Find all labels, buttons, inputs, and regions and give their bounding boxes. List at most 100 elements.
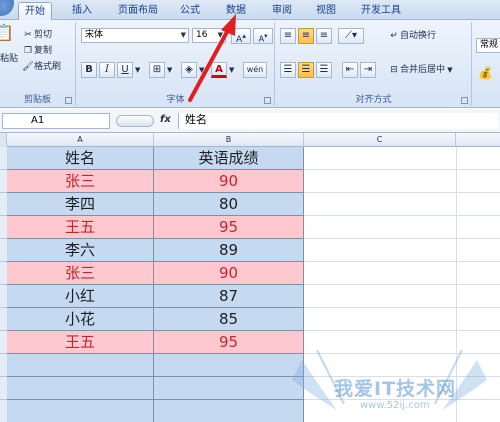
tab-formulas[interactable]: 公式	[172, 2, 208, 20]
cell-name[interactable]: 李六	[7, 239, 154, 262]
cell-score[interactable]: 90	[154, 262, 304, 285]
phonetic-guide-button[interactable]: wén	[243, 62, 267, 78]
chevron-down-icon[interactable]: ▼	[135, 63, 140, 77]
borders-button[interactable]: ⊞	[149, 62, 165, 78]
row-header[interactable]	[0, 147, 7, 170]
fill-color-button[interactable]: ◈	[181, 62, 197, 78]
wrap-text-icon: ↵	[390, 31, 398, 41]
tab-data[interactable]: 数据	[218, 2, 254, 20]
wrap-text-button[interactable]: ↵ 自动换行	[388, 29, 436, 43]
chevron-down-icon[interactable]: ▼	[167, 63, 172, 77]
cell-score[interactable]: 英语成绩	[154, 147, 304, 170]
cell-score[interactable]: 87	[154, 285, 304, 308]
chevron-down-icon[interactable]: ▼	[229, 63, 234, 77]
cell-name[interactable]: 小花	[7, 308, 154, 331]
copy-button[interactable]: ❐ 复制	[22, 44, 52, 58]
tab-insert[interactable]: 插入	[64, 2, 100, 20]
column-header-d[interactable]	[456, 133, 500, 147]
bold-button[interactable]: B	[81, 62, 97, 78]
alignment-dialog-launcher[interactable]	[461, 97, 468, 104]
cell-empty[interactable]	[304, 193, 500, 216]
name-box[interactable]: A1	[2, 113, 110, 129]
formula-bar-splitter[interactable]	[116, 115, 154, 127]
row-header[interactable]	[0, 216, 7, 239]
cell-empty[interactable]	[304, 308, 500, 331]
align-right-button[interactable]: ☰	[316, 62, 332, 78]
align-bottom-button[interactable]: ≡	[316, 28, 332, 44]
cell-empty[interactable]	[304, 239, 500, 262]
currency-format-icon[interactable]: 💰	[478, 66, 493, 80]
cell-name[interactable]: 小红	[7, 285, 154, 308]
align-middle-button[interactable]: ≡	[298, 28, 314, 44]
cell-name[interactable]	[7, 400, 154, 422]
align-top-button[interactable]: ≡	[280, 28, 296, 44]
paste-button[interactable]: 粘贴	[0, 52, 18, 66]
underline-button[interactable]: U	[117, 62, 133, 78]
office-button[interactable]	[0, 0, 14, 16]
paste-icon[interactable]: 📋	[0, 25, 14, 41]
shrink-font-button[interactable]: A▾	[253, 28, 273, 44]
cell-name[interactable]: 李四	[7, 193, 154, 216]
cell-empty[interactable]	[304, 170, 500, 193]
cell-score[interactable]: 90	[154, 170, 304, 193]
merge-center-button[interactable]: ⊟ 合并后居中 ▼	[388, 63, 452, 77]
cell-name[interactable]	[7, 377, 154, 400]
row-header[interactable]	[0, 331, 7, 354]
number-format-combo[interactable]: 常规	[476, 38, 500, 53]
column-header-c[interactable]: C	[304, 133, 456, 147]
cell-name[interactable]: 王五	[7, 331, 154, 354]
tab-page-layout[interactable]: 页面布局	[110, 2, 166, 20]
cell-name[interactable]	[7, 354, 154, 377]
row-header[interactable]	[0, 239, 7, 262]
tab-developer[interactable]: 开发工具	[354, 2, 408, 20]
row-header[interactable]	[0, 285, 7, 308]
font-color-button[interactable]: A	[211, 62, 227, 78]
cell-score[interactable]: 89	[154, 239, 304, 262]
format-painter-button[interactable]: 🖌格式刷	[22, 60, 61, 74]
cell-score[interactable]: 85	[154, 308, 304, 331]
column-header-b[interactable]: B	[154, 133, 304, 147]
cell-name[interactable]: 姓名	[7, 147, 154, 170]
column-header-a[interactable]: A	[7, 133, 154, 147]
tab-view[interactable]: 视图	[308, 2, 344, 20]
clipboard-group-label: 剪贴板	[23, 95, 51, 105]
decrease-indent-button[interactable]: ⇤	[342, 62, 358, 78]
formula-input[interactable]: 姓名	[178, 113, 498, 129]
cell-score[interactable]: 95	[154, 216, 304, 239]
cell-name[interactable]: 张三	[7, 262, 154, 285]
tab-home[interactable]: 开始	[18, 2, 52, 20]
row-header[interactable]	[0, 354, 7, 377]
row-header[interactable]	[0, 400, 7, 422]
align-bottom-icon: ≡	[319, 30, 329, 41]
cell-empty[interactable]	[304, 147, 500, 170]
italic-button[interactable]: I	[99, 62, 115, 78]
clipboard-dialog-launcher[interactable]	[65, 97, 72, 104]
increase-indent-button[interactable]: ⇥	[360, 62, 376, 78]
align-left-icon: ☰	[283, 64, 293, 75]
cell-empty[interactable]	[304, 285, 500, 308]
row-header[interactable]	[0, 377, 7, 400]
chevron-down-icon[interactable]: ▼	[199, 63, 204, 77]
cut-button[interactable]: ✂ 剪切	[22, 28, 52, 42]
orientation-button[interactable]: ⟋▾	[338, 28, 364, 44]
cell-score[interactable]: 80	[154, 193, 304, 216]
cell-empty[interactable]	[304, 216, 500, 239]
font-dialog-launcher[interactable]	[264, 97, 271, 104]
cell-name[interactable]: 张三	[7, 170, 154, 193]
row-header[interactable]	[0, 308, 7, 331]
insert-function-button[interactable]: fx	[160, 114, 171, 125]
select-all-corner[interactable]	[0, 133, 7, 147]
indent-icon: ⇥	[363, 64, 373, 75]
row-header[interactable]	[0, 262, 7, 285]
font-size-combo[interactable]: 16 ▼	[192, 28, 226, 43]
gridline	[456, 147, 457, 170]
grow-font-button[interactable]: A▴	[231, 28, 251, 45]
cell-empty[interactable]	[304, 262, 500, 285]
row-header[interactable]	[0, 193, 7, 216]
font-name-combo[interactable]: 宋体 ▼	[81, 28, 189, 43]
row-header[interactable]	[0, 170, 7, 193]
align-center-button[interactable]: ☰	[298, 62, 314, 78]
align-left-button[interactable]: ☰	[280, 62, 296, 78]
tab-review[interactable]: 审阅	[264, 2, 300, 20]
cell-name[interactable]: 王五	[7, 216, 154, 239]
